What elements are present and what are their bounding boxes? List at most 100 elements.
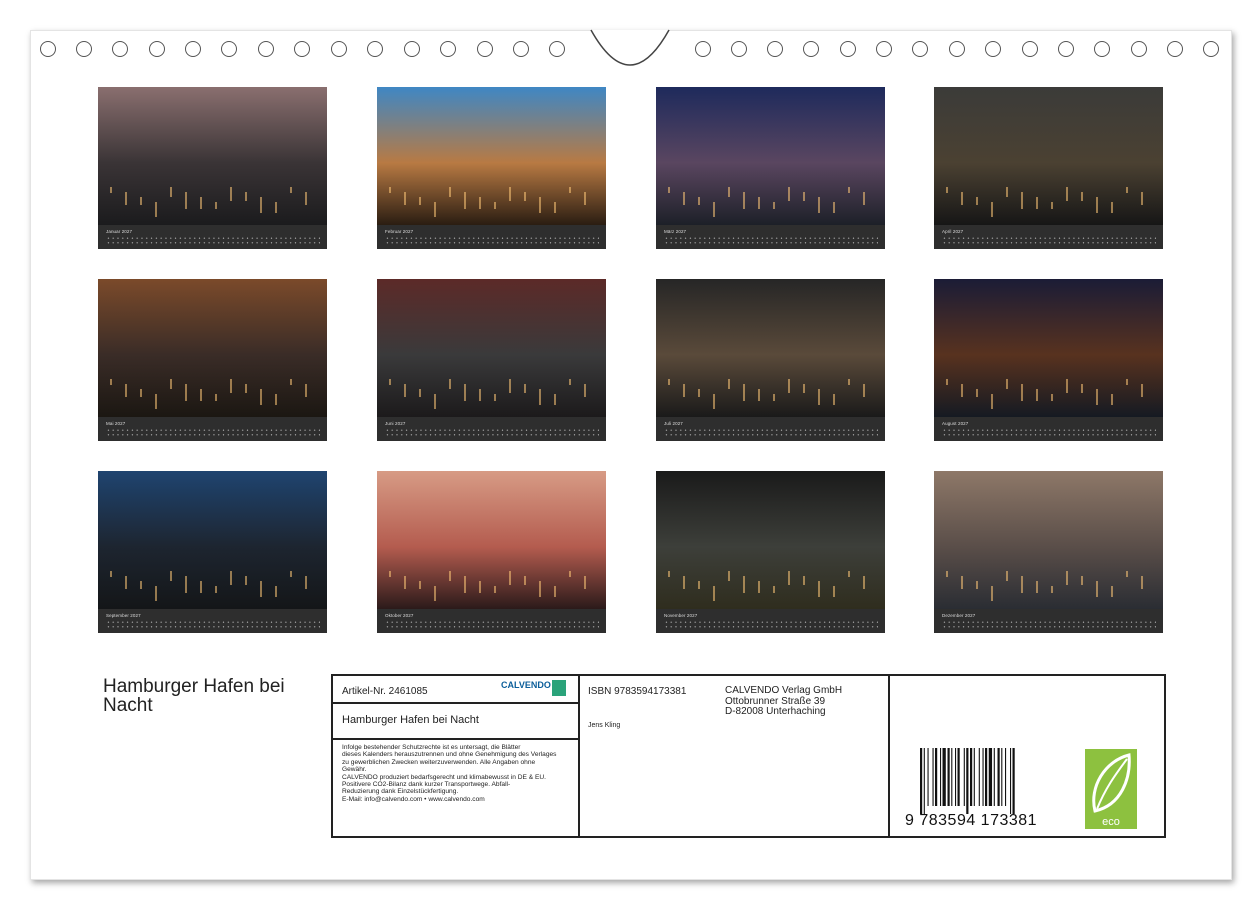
light-reflection [946,379,948,385]
light-reflection [140,581,142,589]
light-reflection [976,197,978,205]
light-reflection [803,384,805,393]
light-reflection [848,571,850,577]
light-reflection [728,187,730,197]
light-reflection [419,581,421,589]
light-reflection [1021,576,1023,593]
calendar-title: Hamburger Hafen bei Nacht [103,676,285,716]
light-reflection [569,571,571,577]
month-label: Dezember 2027 [942,613,976,618]
light-reflection [125,192,127,205]
light-reflection [758,581,760,593]
light-reflection [1111,586,1113,597]
binding-hole [949,41,965,57]
light-reflection [1081,192,1083,201]
light-reflection [803,576,805,585]
barcode-bar [951,748,953,806]
barcode-bar [1010,748,1012,814]
light-reflection [494,586,496,593]
light-reflection [305,576,307,589]
divider [888,676,890,836]
day-grid [106,236,320,245]
month-label: Juni 2027 [385,421,406,426]
light-reflection [170,187,172,197]
month-page-thumbnail: April 2027 [934,87,1163,249]
light-reflection [404,576,406,589]
light-reflection [449,571,451,581]
light-reflection [758,389,760,401]
light-reflection [1036,197,1038,209]
barcode-number: 9 783594 173381 [905,812,1038,829]
light-reflection [419,389,421,397]
binding-hole [221,41,237,57]
light-reflection [494,202,496,209]
binding-hole [440,41,456,57]
binding-hole [1167,41,1183,57]
light-reflection [554,586,556,597]
light-reflection [230,379,232,393]
binding-hole [367,41,383,57]
barcode [920,748,1015,814]
light-reflection [1066,379,1068,393]
binding-hole [331,41,347,57]
eco-label: eco [1102,816,1120,828]
light-reflection [389,187,391,193]
month-label: März 2027 [664,229,687,234]
light-reflection [140,389,142,397]
day-grid [385,620,599,629]
isbn: ISBN 9783594173381 [588,686,687,697]
light-reflection [509,571,511,585]
light-reflection [110,187,112,193]
light-reflection [524,384,526,393]
light-reflection [818,581,820,597]
light-reflection [833,586,835,597]
light-reflection [991,586,993,601]
light-reflection [569,187,571,193]
light-reflection [185,192,187,209]
light-reflection [818,389,820,405]
barcode-bar [935,748,938,806]
month-page-thumbnail: September 2027 [98,471,327,633]
light-reflection [728,571,730,581]
month-page-thumbnail: Juli 2027 [656,279,885,441]
month-calendar-strip: September 2027 [98,609,327,633]
month-page-thumbnail: März 2027 [656,87,885,249]
light-reflection [803,192,805,201]
light-reflection [260,389,262,405]
calvendo-logo-mark [552,680,566,696]
binding-hole [876,41,892,57]
light-reflection [788,571,790,585]
light-reflection [584,576,586,589]
binding-hole [112,41,128,57]
barcode-bar [932,748,934,806]
light-reflection [1111,202,1113,213]
light-reflection [1051,586,1053,593]
calvendo-logo: CALVENDO [501,680,551,690]
month-page-thumbnail: November 2027 [656,471,885,633]
light-reflection [419,197,421,205]
light-reflection [1051,202,1053,209]
day-grid [942,620,1156,629]
light-reflection [698,197,700,205]
month-photo [98,471,327,609]
light-reflection [290,187,292,193]
month-label: Oktober 2027 [385,613,414,618]
month-photo [656,471,885,609]
light-reflection [1141,576,1143,589]
divider [333,702,578,704]
light-reflection [1021,192,1023,209]
day-grid [664,236,878,245]
month-photo [377,87,606,225]
light-reflection [215,586,217,593]
light-reflection [200,197,202,209]
light-reflection [260,581,262,597]
day-grid [385,236,599,245]
light-reflection [683,192,685,205]
binding-hole [767,41,783,57]
light-reflection [788,187,790,201]
barcode-bar [1001,748,1003,806]
light-reflection [848,379,850,385]
day-grid [942,428,1156,437]
binding-hole [731,41,747,57]
light-reflection [668,571,670,577]
